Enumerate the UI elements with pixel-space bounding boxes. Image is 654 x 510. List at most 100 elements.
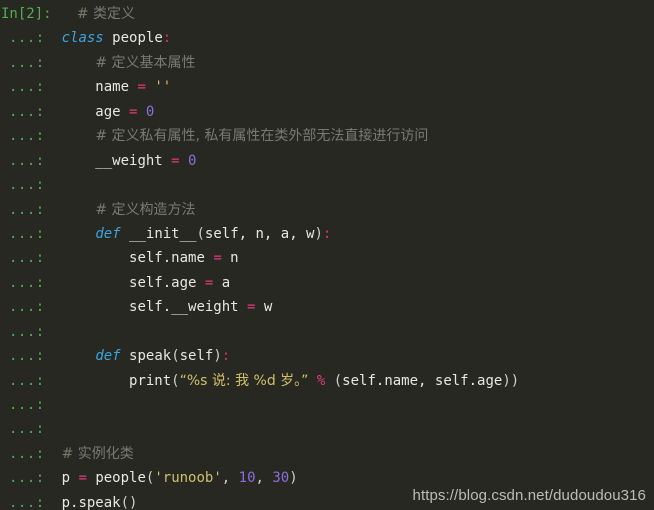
code-token: 10 bbox=[238, 470, 256, 487]
code-line: ...: print(“%s 说: 我 %d 岁。” % (self.name,… bbox=[0, 369, 654, 393]
code-token: print bbox=[53, 372, 172, 389]
code-token: self.name, self.age bbox=[342, 372, 503, 389]
code-token: , bbox=[255, 470, 273, 487]
code-token: n bbox=[221, 250, 239, 267]
continuation-prompt: ...: bbox=[9, 128, 45, 145]
code-token: 0 bbox=[145, 103, 155, 120]
prompt-gap bbox=[45, 470, 53, 486]
code-token: self.__weight bbox=[53, 299, 248, 316]
prompt-gap bbox=[45, 495, 53, 510]
code-line: ...: # 定义基本属性 bbox=[0, 51, 654, 75]
prompt-gap bbox=[45, 153, 53, 169]
continuation-prompt: ...: bbox=[9, 103, 45, 120]
code-token: ( bbox=[196, 225, 205, 242]
code-token: w bbox=[255, 299, 273, 316]
continuation-prompt: ...: bbox=[9, 79, 45, 96]
code-token: ) bbox=[314, 225, 323, 242]
code-line: ...: age = 0 bbox=[0, 100, 654, 124]
code-token: # 定义基本属性 bbox=[95, 54, 196, 71]
continuation-prompt: ...: bbox=[9, 225, 45, 242]
code-token: age bbox=[53, 103, 130, 120]
code-token: '' bbox=[154, 79, 172, 96]
code-token: )) bbox=[502, 372, 520, 389]
code-line: ...: def speak(self): bbox=[0, 344, 654, 368]
code-token: __init__ bbox=[120, 225, 197, 242]
continuation-prompt: ...: bbox=[9, 323, 45, 340]
continuation-prompt: ...: bbox=[9, 201, 45, 218]
code-line: ...: self.age = a bbox=[0, 271, 654, 295]
code-line: ...: self.__weight = w bbox=[0, 295, 654, 319]
prompt-gap bbox=[45, 250, 53, 266]
code-line: In[2]: # 类定义 bbox=[0, 2, 654, 26]
code-token: 30 bbox=[272, 470, 290, 487]
prompt-gap bbox=[45, 324, 53, 340]
code-token: people bbox=[103, 30, 163, 47]
prompt-gap bbox=[45, 348, 53, 364]
continuation-prompt: ...: bbox=[9, 494, 45, 510]
continuation-prompt: ...: bbox=[9, 299, 45, 316]
code-token: def bbox=[95, 225, 121, 242]
code-token: def bbox=[95, 348, 121, 365]
code-token: self bbox=[179, 348, 214, 365]
prompt-gap bbox=[45, 30, 53, 46]
code-token: p bbox=[53, 470, 79, 487]
code-token: “%s 说: 我 %d 岁。” bbox=[179, 372, 309, 389]
code-token: speak bbox=[120, 348, 172, 365]
code-token: # 定义私有属性, 私有属性在类外部无法直接进行访问 bbox=[95, 128, 429, 145]
code-line: ...: def __init__(self, n, a, w): bbox=[0, 222, 654, 246]
continuation-prompt: ...: bbox=[9, 372, 45, 389]
code-line: ...: # 实例化类 bbox=[0, 442, 654, 466]
prompt-gap bbox=[45, 397, 53, 413]
code-token: 0 bbox=[188, 152, 197, 169]
prompt-gap bbox=[45, 55, 53, 71]
input-prompt: In[2]: bbox=[1, 6, 52, 22]
continuation-prompt: ...: bbox=[9, 177, 45, 194]
code-token: 'runoob' bbox=[154, 470, 222, 487]
prompt-gap bbox=[45, 128, 53, 144]
code-line: ...: class people: bbox=[0, 26, 654, 50]
code-token: __weight bbox=[53, 152, 172, 169]
code-token: self.age bbox=[53, 274, 205, 291]
prompt-gap bbox=[45, 79, 53, 95]
code-line: ...: bbox=[0, 417, 654, 441]
code-token: : bbox=[322, 225, 332, 242]
code-token: p.speak bbox=[53, 494, 121, 510]
code-line: ...: bbox=[0, 173, 654, 197]
code-line: ...: self.name = n bbox=[0, 246, 654, 270]
continuation-prompt: ...: bbox=[9, 152, 45, 169]
code-token: self, n, a, w bbox=[204, 225, 315, 242]
code-line: ...: bbox=[0, 320, 654, 344]
code-area: In[2]: # 类定义...: class people:...: # 定义基… bbox=[0, 0, 654, 510]
code-token: # 类定义 bbox=[76, 6, 136, 22]
code-token: ( bbox=[333, 372, 343, 389]
code-token: : bbox=[162, 30, 172, 47]
code-token: people bbox=[86, 470, 146, 487]
continuation-prompt: ...: bbox=[9, 54, 45, 71]
continuation-prompt: ...: bbox=[9, 421, 45, 438]
code-token: = bbox=[78, 470, 87, 487]
continuation-prompt: ...: bbox=[9, 274, 45, 291]
prompt-gap bbox=[45, 299, 53, 315]
code-token: ( bbox=[171, 348, 180, 365]
continuation-prompt: ...: bbox=[9, 250, 45, 267]
code-token: , bbox=[221, 470, 239, 487]
continuation-prompt: ...: bbox=[9, 397, 45, 413]
continuation-prompt: ...: bbox=[9, 445, 45, 462]
prompt-gap bbox=[45, 104, 53, 120]
continuation-prompt: ...: bbox=[9, 348, 45, 365]
code-token: = bbox=[137, 79, 146, 96]
prompt-gap bbox=[45, 226, 53, 242]
code-line: ...: bbox=[0, 393, 654, 417]
prompt-gap bbox=[45, 202, 53, 218]
code-line: ...: name = '' bbox=[0, 75, 654, 99]
prompt-gap bbox=[52, 6, 60, 22]
